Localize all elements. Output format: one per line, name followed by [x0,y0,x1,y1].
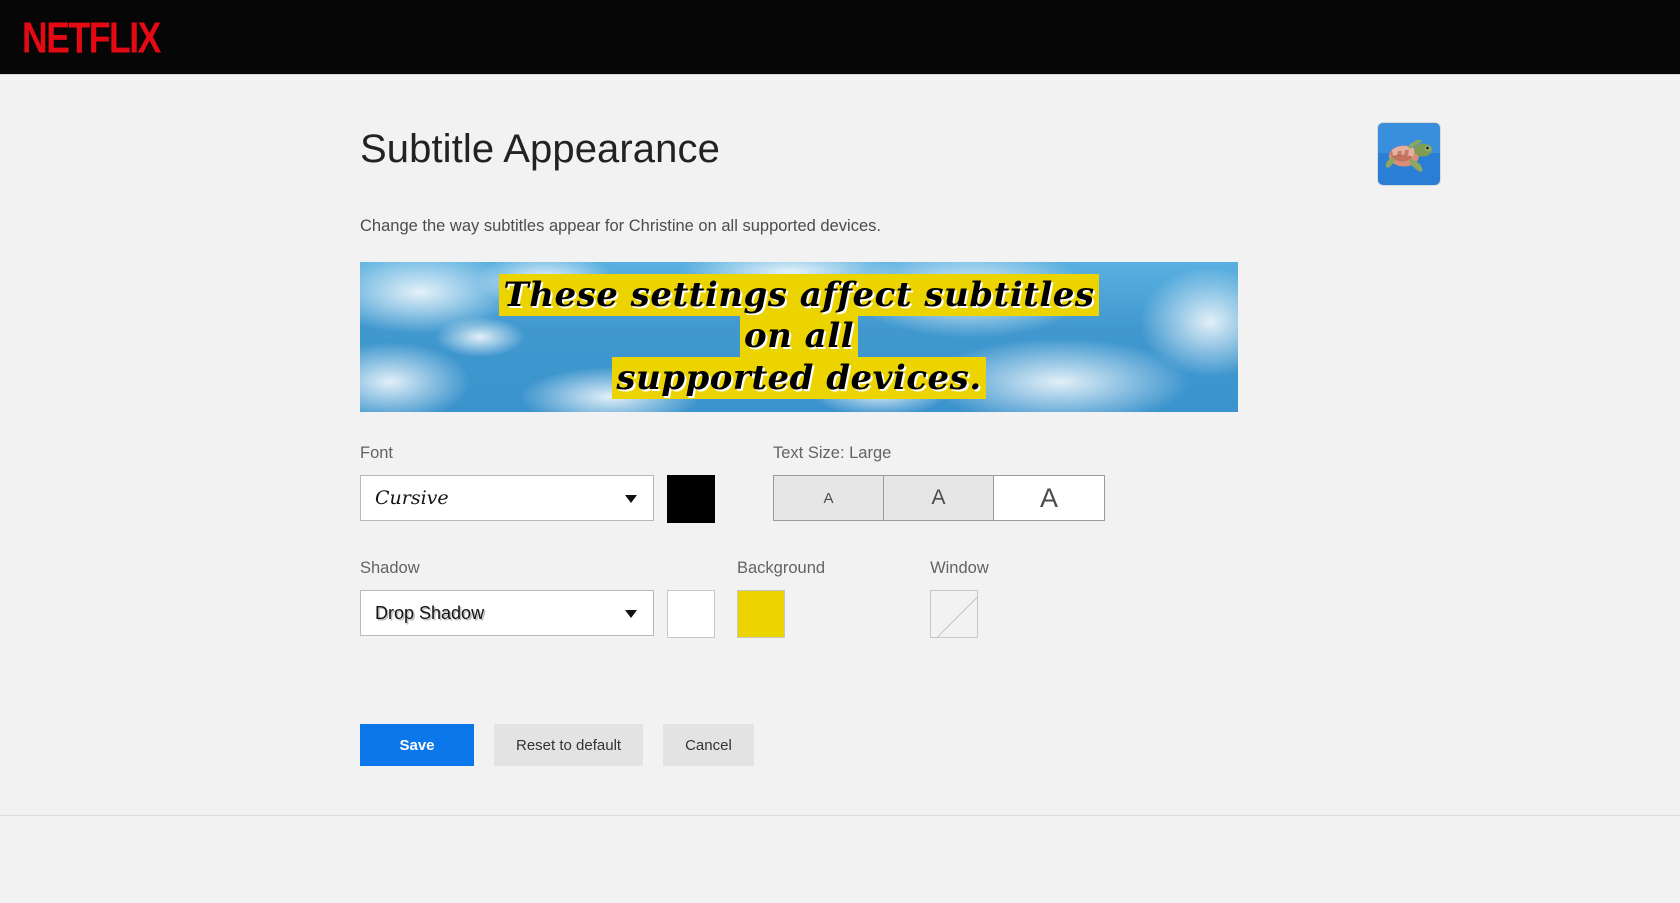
window-field: Window [930,559,989,638]
background-field: Background [737,559,825,638]
preview-line-1: These settings affect subtitles on all [499,273,1099,358]
settings-content: Subtitle Appearance Change the way subti… [360,75,1600,766]
font-label: Font [360,444,394,462]
window-color-swatch[interactable] [930,590,979,638]
font-select-value: Cursive [375,487,449,509]
controls-row-font: Font Cursive Text Size: Large A A A [360,444,1600,523]
shadow-field: Shadow Drop Shadow [360,559,654,636]
font-field: Font Cursive [360,444,654,521]
background-label: Background [737,559,826,577]
font-select[interactable]: Cursive [360,475,654,521]
reset-to-default-button[interactable]: Reset to default [494,724,644,766]
text-size-label: Text Size: Large [773,444,892,462]
shadow-select-value: Drop Shadow [375,602,485,623]
subtitle-preview: These settings affect subtitles on all s… [360,262,1238,412]
background-color-swatch[interactable] [737,590,785,638]
page-description: Change the way subtitles appear for Chri… [360,217,881,235]
preview-line-2: supported devices. [612,356,986,399]
cancel-button[interactable]: Cancel [663,724,754,766]
text-size-group: A A A [773,475,1105,521]
shadow-color-swatch[interactable] [667,590,715,638]
window-label: Window [930,559,989,577]
site-header: NETFLIX [0,0,1680,75]
text-size-field: Text Size: Large A A A [773,444,1105,521]
chevron-down-icon [625,610,637,618]
page-body: Subtitle Appearance Change the way subti… [0,75,1680,903]
text-size-small-button[interactable]: A [774,476,884,520]
footer-divider [0,815,1680,816]
preview-text: These settings affect subtitles on all s… [479,273,1119,399]
shadow-label: Shadow [360,559,420,577]
text-size-medium-button[interactable]: A [884,476,994,520]
action-buttons: Save Reset to default Cancel [360,724,1600,766]
text-size-large-button[interactable]: A [994,476,1104,520]
save-button[interactable]: Save [360,724,474,766]
chevron-down-icon [625,495,637,503]
shadow-select[interactable]: Drop Shadow [360,590,654,636]
font-color-swatch[interactable] [667,475,715,523]
page-title: Subtitle Appearance [360,127,720,171]
netflix-logo[interactable]: NETFLIX [22,15,161,59]
controls-row-shadow: Shadow Drop Shadow Background Window [360,559,1600,638]
